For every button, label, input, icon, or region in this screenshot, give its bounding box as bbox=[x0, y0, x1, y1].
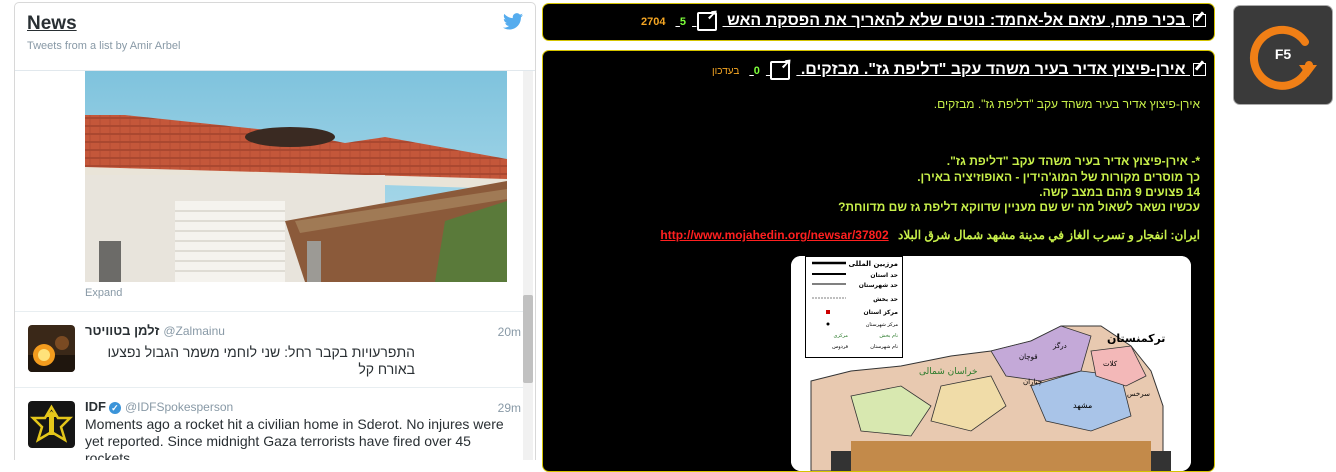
comment-count: 5 bbox=[679, 16, 687, 28]
news-body-line: 14 פצועים 9 מהם במצב קשה. bbox=[1039, 185, 1200, 199]
update-status: בעדכון bbox=[712, 66, 740, 77]
tweet-timestamp[interactable]: 29m bbox=[498, 401, 521, 415]
tweet-author-handle[interactable]: @IDFSpokesperson bbox=[125, 400, 233, 414]
news-body-line: *- אירן-פיצוץ אדיר בעיר משהד עקב "דליפת … bbox=[946, 154, 1200, 168]
tweet-author-name[interactable]: זלמן בטוויטר bbox=[85, 323, 159, 338]
svg-text:حد شهرستان: حد شهرستان bbox=[859, 282, 898, 289]
svg-text:مرکزی: مرکزی bbox=[834, 333, 849, 339]
tweet-divider bbox=[15, 387, 523, 388]
map-label: درگز bbox=[1052, 341, 1067, 350]
external-link-icon[interactable] bbox=[696, 6, 719, 31]
tweet-author-handle[interactable]: @Zalmainu bbox=[163, 324, 225, 338]
svg-text:مرکز استان: مرکز استان bbox=[863, 309, 898, 316]
view-count: 2704 bbox=[640, 16, 666, 28]
news-item-panel: בכיר פתח, עזאם אל-אחמד: נוטים שלא להאריך… bbox=[542, 3, 1215, 41]
expand-link[interactable]: Expand bbox=[85, 287, 122, 299]
svg-text:نام شهرستان: نام شهرستان bbox=[870, 344, 898, 350]
edit-icon[interactable] bbox=[1193, 14, 1206, 28]
svg-text:نام بخش: نام بخش bbox=[879, 333, 898, 339]
timeline-subtitle: Tweets from a list by Amir Arbel bbox=[27, 40, 181, 52]
tweet-media-photo[interactable] bbox=[85, 71, 507, 282]
timeline-header: News Tweets from a list by Amir Arbel bbox=[15, 3, 535, 71]
svg-text:حد بخش: حد بخش bbox=[873, 296, 898, 303]
news-headline-row[interactable]: בכיר פתח, עזאם אל-אחמד: נוטים שלא להאריך… bbox=[640, 6, 1206, 31]
tweet-author-name[interactable]: IDF bbox=[85, 399, 106, 414]
avatar[interactable] bbox=[28, 401, 75, 448]
tweet-author[interactable]: זלמן בטוויטר @Zalmainu bbox=[85, 323, 225, 338]
tweet-timestamp[interactable]: 20m bbox=[498, 325, 521, 339]
map-label: خراسان شمالی bbox=[919, 367, 978, 377]
map-label: سرخس bbox=[1127, 390, 1150, 398]
comment-count: 0 bbox=[753, 65, 760, 77]
timeline-title-link[interactable]: News bbox=[27, 13, 77, 35]
svg-text:مرزبین المللی: مرزبین المللی bbox=[849, 260, 898, 268]
news-body-line: כך מוסרים מקורות של המוג'הידין - האופוזי… bbox=[917, 170, 1200, 184]
tweet-text: Moments ago a rocket hit a civilian home… bbox=[85, 416, 504, 460]
news-source-link[interactable]: http://www.mojahedin.org/newsar/37802 bbox=[660, 228, 888, 242]
tweet-item[interactable]: IDF ✓ @IDFSpokesperson 29m Moments ago a r… bbox=[15, 399, 521, 460]
news-item-panel: אירן-פיצוץ אדיר בעיר משהד עקב "דליפת גז"… bbox=[542, 50, 1215, 472]
news-headline-row[interactable]: אירן-פיצוץ אדיר בעיר משהד עקב "דליפת גז"… bbox=[712, 55, 1206, 80]
roof-damage-image bbox=[85, 71, 507, 282]
news-headline[interactable]: אירן-פיצוץ אדיר בעיר משהד עקב "דליפת גז"… bbox=[801, 61, 1186, 78]
verified-badge-icon: ✓ bbox=[108, 401, 121, 414]
idf-emblem-icon bbox=[28, 401, 75, 448]
twitter-timeline-widget: News Tweets from a list by Amir Arbel Ex… bbox=[14, 2, 536, 460]
mashhad-region-map: ترکمنستان خراسان شمالی مشهد قوچان چناران… bbox=[791, 256, 1191, 471]
refresh-button[interactable]: F5 bbox=[1233, 5, 1333, 105]
tweet-item[interactable]: זלמן בטוויטר @Zalmainu 20m התפרעויות בקבר… bbox=[15, 323, 521, 395]
timeline-stream: Expand זלמן בטוויטר @Zalmainu 20m התפרעוי… bbox=[15, 71, 535, 460]
news-headline[interactable]: בכיר פתח, עזאם אל-אחמד: נוטים שלא להאריך… bbox=[727, 12, 1186, 29]
svg-text:حد استان: حد استان bbox=[870, 272, 898, 279]
twitter-bird-icon[interactable] bbox=[503, 13, 523, 30]
map-label: مشهد bbox=[1073, 401, 1092, 410]
explosion-avatar-image bbox=[28, 325, 75, 372]
svg-text:فردوس: فردوس bbox=[832, 344, 849, 350]
news-source-text: ایران: انفجار و تسرب الغاز في مدينة مشهد… bbox=[898, 228, 1200, 242]
map-label: چناران bbox=[1023, 378, 1042, 386]
refresh-label: F5 bbox=[1274, 46, 1292, 62]
edit-icon[interactable] bbox=[1193, 63, 1206, 77]
map-label: قوچان bbox=[1019, 353, 1038, 361]
map-label: کلات bbox=[1103, 360, 1118, 368]
tweet-text: התפרעויות בקבר רחל: שני לוחמי משמר הגבול… bbox=[107, 344, 415, 377]
avatar[interactable] bbox=[28, 325, 75, 372]
news-body-line: עכשיו נשאר לשאול מה יש שם מעניין שדווקא … bbox=[838, 200, 1200, 214]
map-label: ترکمنستان bbox=[1107, 332, 1165, 345]
news-source-row: ایران: انفجار و تسرب الغاز في مدينة مشهد… bbox=[660, 228, 1200, 242]
tweet-author[interactable]: IDF ✓ @IDFSpokesperson bbox=[85, 399, 233, 414]
svg-text:مرکز شهرستان: مرکز شهرستان bbox=[866, 322, 899, 328]
map-legend: مرزبین المللی حد استان حد شهرستان حد بخش… bbox=[805, 256, 903, 358]
external-link-icon[interactable] bbox=[770, 55, 792, 80]
tweet-divider bbox=[15, 311, 523, 312]
news-summary: אירן-פיצוץ אדיר בעיר משהד עקב "דליפת גז"… bbox=[933, 97, 1200, 111]
